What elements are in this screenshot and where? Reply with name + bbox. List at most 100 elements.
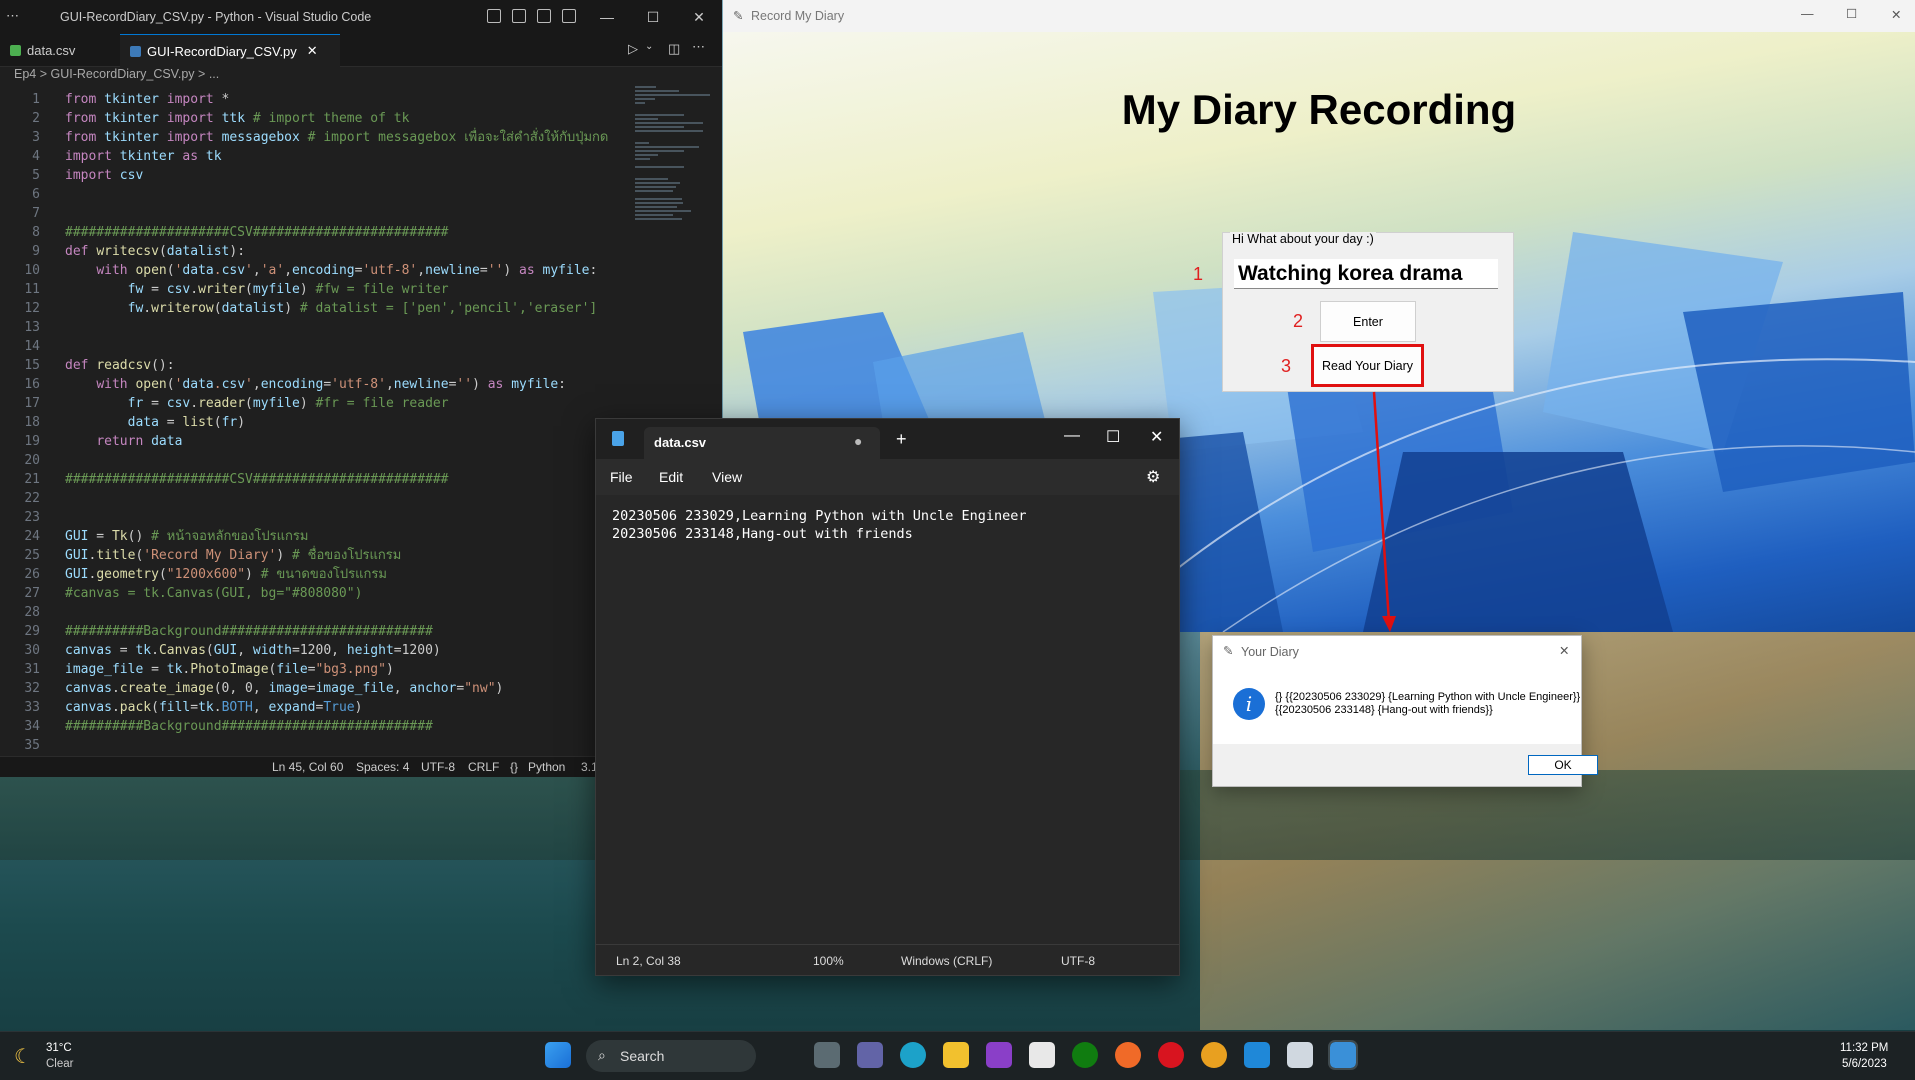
moon-weather-icon[interactable]: ☾	[14, 1044, 32, 1069]
menu-file[interactable]: File	[610, 469, 633, 485]
minimize-icon[interactable]: —	[1064, 427, 1080, 445]
code-line: 35	[0, 736, 65, 755]
line-number: 7	[32, 206, 40, 221]
status-position[interactable]: Ln 45, Col 60	[272, 760, 343, 774]
step-number-1: 1	[1193, 264, 1204, 284]
firefox-icon[interactable]	[1115, 1042, 1141, 1068]
code-text: ##########Background####################…	[65, 624, 433, 639]
line-number: 24	[24, 529, 40, 544]
xbox-icon[interactable]	[1072, 1042, 1098, 1068]
code-text: GUI = Tk() # หน้าจอหลักของโปรแกรม	[65, 529, 309, 544]
status-encoding[interactable]: UTF-8	[421, 760, 455, 774]
menu-view[interactable]: View	[712, 469, 742, 485]
close-icon[interactable]: ✕	[1150, 427, 1163, 447]
unsaved-dot-icon[interactable]: ●	[854, 433, 862, 449]
code-line: 11 fw = csv.writer(myfile) #fw = file wr…	[0, 280, 448, 299]
python-file-taskbar-icon[interactable]	[1287, 1042, 1313, 1068]
more-actions-icon[interactable]: ⋯	[692, 39, 705, 55]
minimize-icon[interactable]: —	[1801, 7, 1814, 21]
code-line: 7	[0, 204, 65, 223]
maximize-icon[interactable]: ☐	[630, 0, 676, 34]
close-icon[interactable]: ✕	[1891, 7, 1901, 22]
minimap-line	[635, 166, 684, 168]
toggle-secondary-sidebar-icon[interactable]	[537, 9, 551, 23]
maximize-icon[interactable]: ☐	[1846, 6, 1857, 21]
maximize-icon[interactable]: ☐	[1106, 427, 1120, 447]
clock-time[interactable]: 11:32 PM	[1840, 1042, 1888, 1054]
menu-edit[interactable]: Edit	[659, 469, 683, 485]
breadcrumb-symbol[interactable]: ...	[209, 67, 219, 81]
customize-layout-icon[interactable]	[562, 9, 576, 23]
diary-entry-input[interactable]	[1234, 259, 1498, 289]
start-windows-icon[interactable]	[545, 1042, 571, 1068]
code-line: 33 canvas.pack(fill=tk.BOTH, expand=True)	[0, 698, 362, 717]
line-number: 8	[32, 225, 40, 240]
enter-button[interactable]: Enter	[1320, 301, 1416, 342]
microsoft-store-icon[interactable]	[1029, 1042, 1055, 1068]
toggle-panel-icon[interactable]	[512, 9, 526, 23]
line-number: 22	[24, 491, 40, 506]
minimize-icon[interactable]: —	[584, 0, 630, 34]
line-number: 1	[32, 92, 40, 107]
line-number: 16	[24, 377, 40, 392]
close-icon[interactable]: ✕	[676, 0, 722, 34]
vscode-window-title: GUI-RecordDiary_CSV.py - Python - Visual…	[60, 10, 372, 24]
close-icon[interactable]: ✕	[1559, 643, 1569, 658]
page-title: My Diary Recording	[1121, 86, 1517, 133]
code-line: 31 image_file = tk.PhotoImage(file="bg3.p…	[0, 660, 393, 679]
code-line: 28	[0, 603, 65, 622]
minimap[interactable]	[635, 86, 710, 256]
notepad-text-area[interactable]: 20230506 233029,Learning Python with Unc…	[612, 507, 1027, 543]
ok-button[interactable]: OK	[1528, 755, 1598, 775]
edge-browser-icon[interactable]	[900, 1042, 926, 1068]
tab-close-icon[interactable]: ✕	[307, 43, 318, 59]
teams-chat-icon[interactable]	[857, 1042, 883, 1068]
weather-desc[interactable]: Clear	[46, 1058, 73, 1070]
tab-gui-recorddiary[interactable]: GUI-RecordDiary_CSV.py ✕	[120, 34, 340, 67]
status-language[interactable]: Python	[528, 760, 565, 774]
notepad-menubar: File Edit View ⚙	[596, 459, 1179, 495]
status-spaces[interactable]: Spaces: 4	[356, 760, 409, 774]
code-line: 27 #canvas = tk.Canvas(GUI, bg="#808080")	[0, 584, 362, 603]
code-line: 9 def writecsv(datalist):	[0, 242, 245, 261]
line-number: 15	[24, 358, 40, 373]
menu-dots-icon[interactable]: ⋯	[6, 8, 19, 24]
weather-temp[interactable]: 31°C	[46, 1042, 72, 1054]
minimap-line	[635, 210, 691, 212]
read-your-diary-button[interactable]: Read Your Diary	[1311, 344, 1424, 387]
notepad-tab-data-csv[interactable]: data.csv ●	[644, 427, 880, 459]
minimap-line	[635, 146, 699, 148]
code-text: canvas = tk.Canvas(GUI, width=1200, heig…	[65, 643, 441, 658]
code-line: 32 canvas.create_image(0, 0, image=image_…	[0, 679, 503, 698]
tab-data-csv[interactable]: data.csv	[0, 34, 130, 66]
breadcrumb-folder[interactable]: Ep4	[14, 67, 36, 81]
tab-label: data.csv	[27, 42, 76, 58]
status-eol[interactable]: CRLF	[468, 760, 499, 774]
breadcrumb-file[interactable]: GUI-RecordDiary_CSV.py	[51, 67, 195, 81]
run-icon[interactable]: ▷	[628, 41, 638, 57]
opera-icon[interactable]	[1158, 1042, 1184, 1068]
toggle-sidebar-icon[interactable]	[487, 9, 501, 23]
minimap-line	[635, 102, 645, 104]
file-explorer-icon[interactable]	[943, 1042, 969, 1068]
notepad-app-icon	[612, 431, 624, 446]
minimap-line	[635, 114, 684, 116]
code-line: 29 ##########Background##################…	[0, 622, 433, 641]
vscode-taskbar-icon[interactable]	[1244, 1042, 1270, 1068]
code-text: fr = csv.reader(myfile) #fr = file reade…	[127, 396, 449, 411]
task-view-icon[interactable]	[814, 1042, 840, 1068]
run-dropdown-icon[interactable]: ⌄	[645, 41, 653, 52]
settings-gear-icon[interactable]: ⚙	[1146, 467, 1160, 487]
code-text: canvas.create_image(0, 0, image=image_fi…	[65, 681, 504, 696]
notepad-taskbar-icon[interactable]	[1328, 1040, 1358, 1070]
code-line: 20	[0, 451, 65, 470]
taskbar-search[interactable]: ⌕ Search	[586, 1040, 756, 1072]
clock-date[interactable]: 5/6/2023	[1842, 1058, 1887, 1070]
split-editor-icon[interactable]: ◫	[668, 41, 680, 57]
chrome-icon[interactable]	[1201, 1042, 1227, 1068]
line-number: 31	[24, 662, 40, 677]
search-icon: ⌕	[598, 1047, 606, 1063]
new-tab-icon[interactable]: +	[896, 429, 907, 450]
code-line: 12 fw.writerow(datalist) # datalist = ['…	[0, 299, 597, 318]
clipchamp-icon[interactable]	[986, 1042, 1012, 1068]
